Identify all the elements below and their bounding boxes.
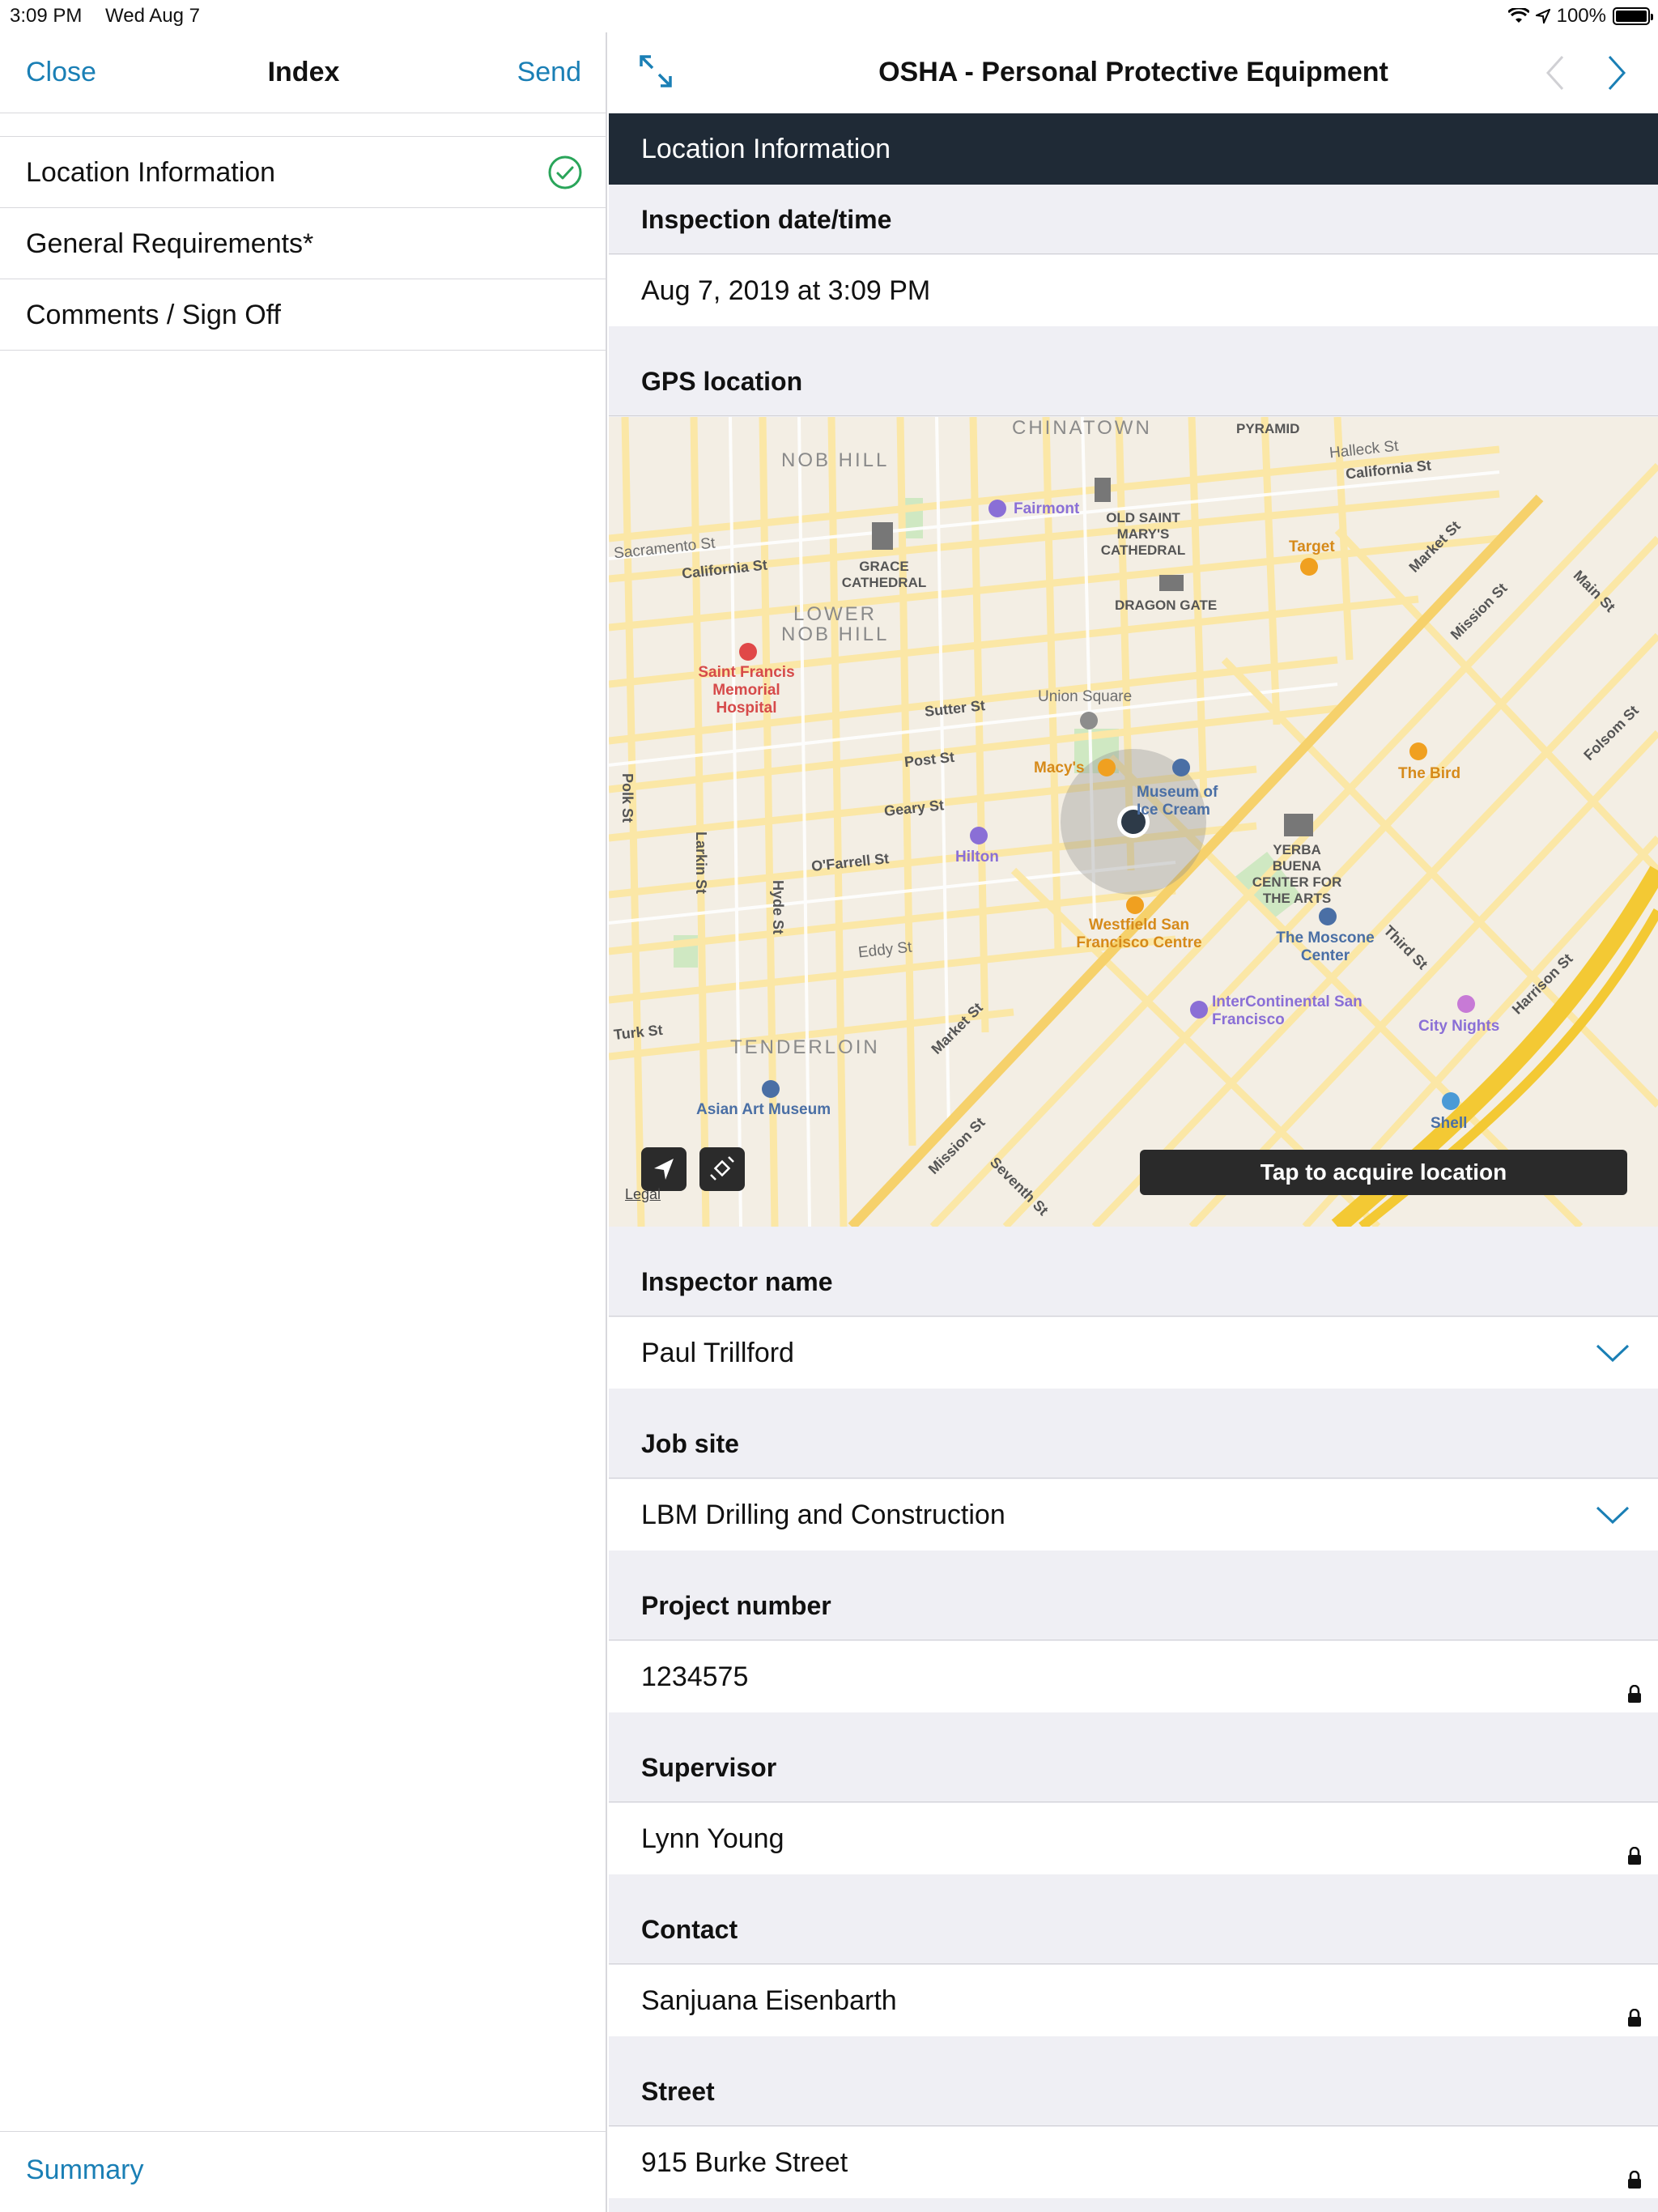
map-label-tenderloin: TENDERLOIN [730,1036,880,1058]
map-label-hilton: Hilton [955,849,999,866]
supervisor-field: Lynn Young [609,1803,1658,1874]
contact-value: Sanjuana Eisenbarth [641,1985,897,2016]
inspection-date-field[interactable]: Aug 7, 2019 at 3:09 PM [609,255,1658,326]
map-label-moscone: The Moscone Center [1276,929,1375,964]
street-label: Street [609,2057,1658,2126]
map-label-target: Target [1289,538,1335,555]
supervisor-value: Lynn Young [641,1823,784,1854]
index-item-label: General Requirements* [26,228,314,259]
lock-icon [1628,2171,1641,2189]
close-button[interactable]: Close [26,57,96,88]
project-number-label: Project number [609,1571,1658,1640]
chevron-down-icon [1596,1506,1630,1525]
map-label-fairmont: Fairmont [1014,500,1080,517]
chevron-left-icon[interactable] [1543,53,1567,92]
status-bar: 3:09 PM Wed Aug 7 100% [0,0,1658,32]
acquire-location-button[interactable]: Tap to acquire location [1140,1150,1627,1195]
gps-map[interactable]: CHINATOWN NOB HILL LOWER NOB HILL TENDER… [609,417,1658,1227]
section-header: Location Information [609,113,1658,185]
contact-label: Contact [609,1895,1658,1964]
form-panel: OSHA - Personal Protective Equipment Loc… [609,32,1658,2212]
chevron-right-icon[interactable] [1605,53,1629,92]
map-label-museum-ice-cream: Museum of Ice Cream [1137,784,1218,819]
lock-icon [1628,1685,1641,1703]
job-site-value: LBM Drilling and Construction [641,1499,1005,1530]
supervisor-label: Supervisor [609,1733,1658,1802]
location-arrow-icon [1535,9,1550,23]
lock-icon [1628,2009,1641,2027]
battery-percent: 100% [1556,5,1606,27]
project-number-field: 1234575 [609,1641,1658,1712]
satellite-icon [710,1156,734,1180]
inspection-date-value: Aug 7, 2019 at 3:09 PM [641,275,931,306]
contact-field: Sanjuana Eisenbarth [609,1965,1658,2036]
location-arrow-icon [654,1159,674,1180]
project-number-value: 1234575 [641,1661,749,1692]
form-header: OSHA - Personal Protective Equipment [609,32,1658,113]
map-label-pyramid: PYRAMID [1236,421,1300,436]
map-label-macys: Macy's [1034,759,1085,776]
wifi-icon [1507,8,1529,23]
map-label-westfield: Westfield San Francisco Centre [1076,917,1202,951]
status-date: Wed Aug 7 [105,5,200,27]
street-value: 915 Burke Street [641,2147,848,2178]
chevron-down-icon [1596,1344,1630,1363]
index-item-general-requirements[interactable]: General Requirements* [0,208,607,279]
job-site-field[interactable]: LBM Drilling and Construction [609,1479,1658,1551]
map-legal-link[interactable]: Legal [625,1186,661,1203]
map-street-hyde: Hyde St [770,879,787,935]
inspector-name-value: Paul Trillford [641,1338,794,1368]
index-item-label: Comments / Sign Off [26,300,281,330]
index-sidebar: Index Close Send Location Information Ge… [0,32,607,2212]
index-list: Location Information General Requirement… [0,136,607,351]
inspection-date-label: Inspection date/time [609,185,1658,254]
map-label-lower-nob-hill-1: LOWER [793,603,878,625]
index-item-comments-sign-off[interactable]: Comments / Sign Off [0,279,607,351]
map-label-grace-cathedral: GRACE CATHEDRAL [841,559,927,590]
satellite-view-button[interactable] [699,1147,745,1191]
map-street-polk: Polk St [619,772,636,823]
map-label-intercontinental: InterContinental San Francisco [1212,993,1363,1028]
map-label-saint-francis: Saint Francis Memorial Hospital [698,664,795,717]
map-label-yerba-buena: YERBA BUENA CENTER FOR THE ARTS [1252,842,1342,906]
gps-location-label: GPS location [609,347,1658,416]
map-label-asian-art: Asian Art Museum [696,1101,831,1118]
inspector-name-label: Inspector name [609,1247,1658,1317]
inspector-name-field[interactable]: Paul Trillford [609,1317,1658,1389]
map-label-old-saint-marys: OLD SAINT MARY'S CATHEDRAL [1100,510,1186,558]
map-label-shell: Shell [1431,1115,1468,1132]
map-label-dragon-gate: DRAGON GATE [1115,598,1218,613]
job-site-label: Job site [609,1409,1658,1478]
sidebar-header: Index Close Send [0,32,607,113]
lock-icon [1628,1847,1641,1865]
street-field: 915 Burke Street [609,2127,1658,2198]
send-button[interactable]: Send [517,57,581,88]
battery-icon [1613,7,1653,25]
check-circle-icon [548,155,582,189]
map-label-city-nights: City Nights [1418,1018,1500,1035]
map-street-larkin: Larkin St [693,831,710,895]
index-item-location-information[interactable]: Location Information [0,137,607,208]
map-label-lower-nob-hill-2: NOB HILL [781,623,890,645]
current-location-button[interactable] [641,1147,687,1191]
map-label-chinatown: CHINATOWN [1012,417,1152,439]
status-time: 3:09 PM [10,5,83,27]
form-title: OSHA - Personal Protective Equipment [878,57,1388,87]
index-item-label: Location Information [26,157,276,188]
map-label-union-square: Union Square [1038,688,1133,705]
map-label-nob-hill: NOB HILL [781,449,890,471]
map-label-the-bird: The Bird [1398,765,1461,782]
sidebar-footer: Summary [0,2131,607,2212]
summary-button[interactable]: Summary [26,2155,143,2186]
status-right: 100% [1507,5,1653,28]
